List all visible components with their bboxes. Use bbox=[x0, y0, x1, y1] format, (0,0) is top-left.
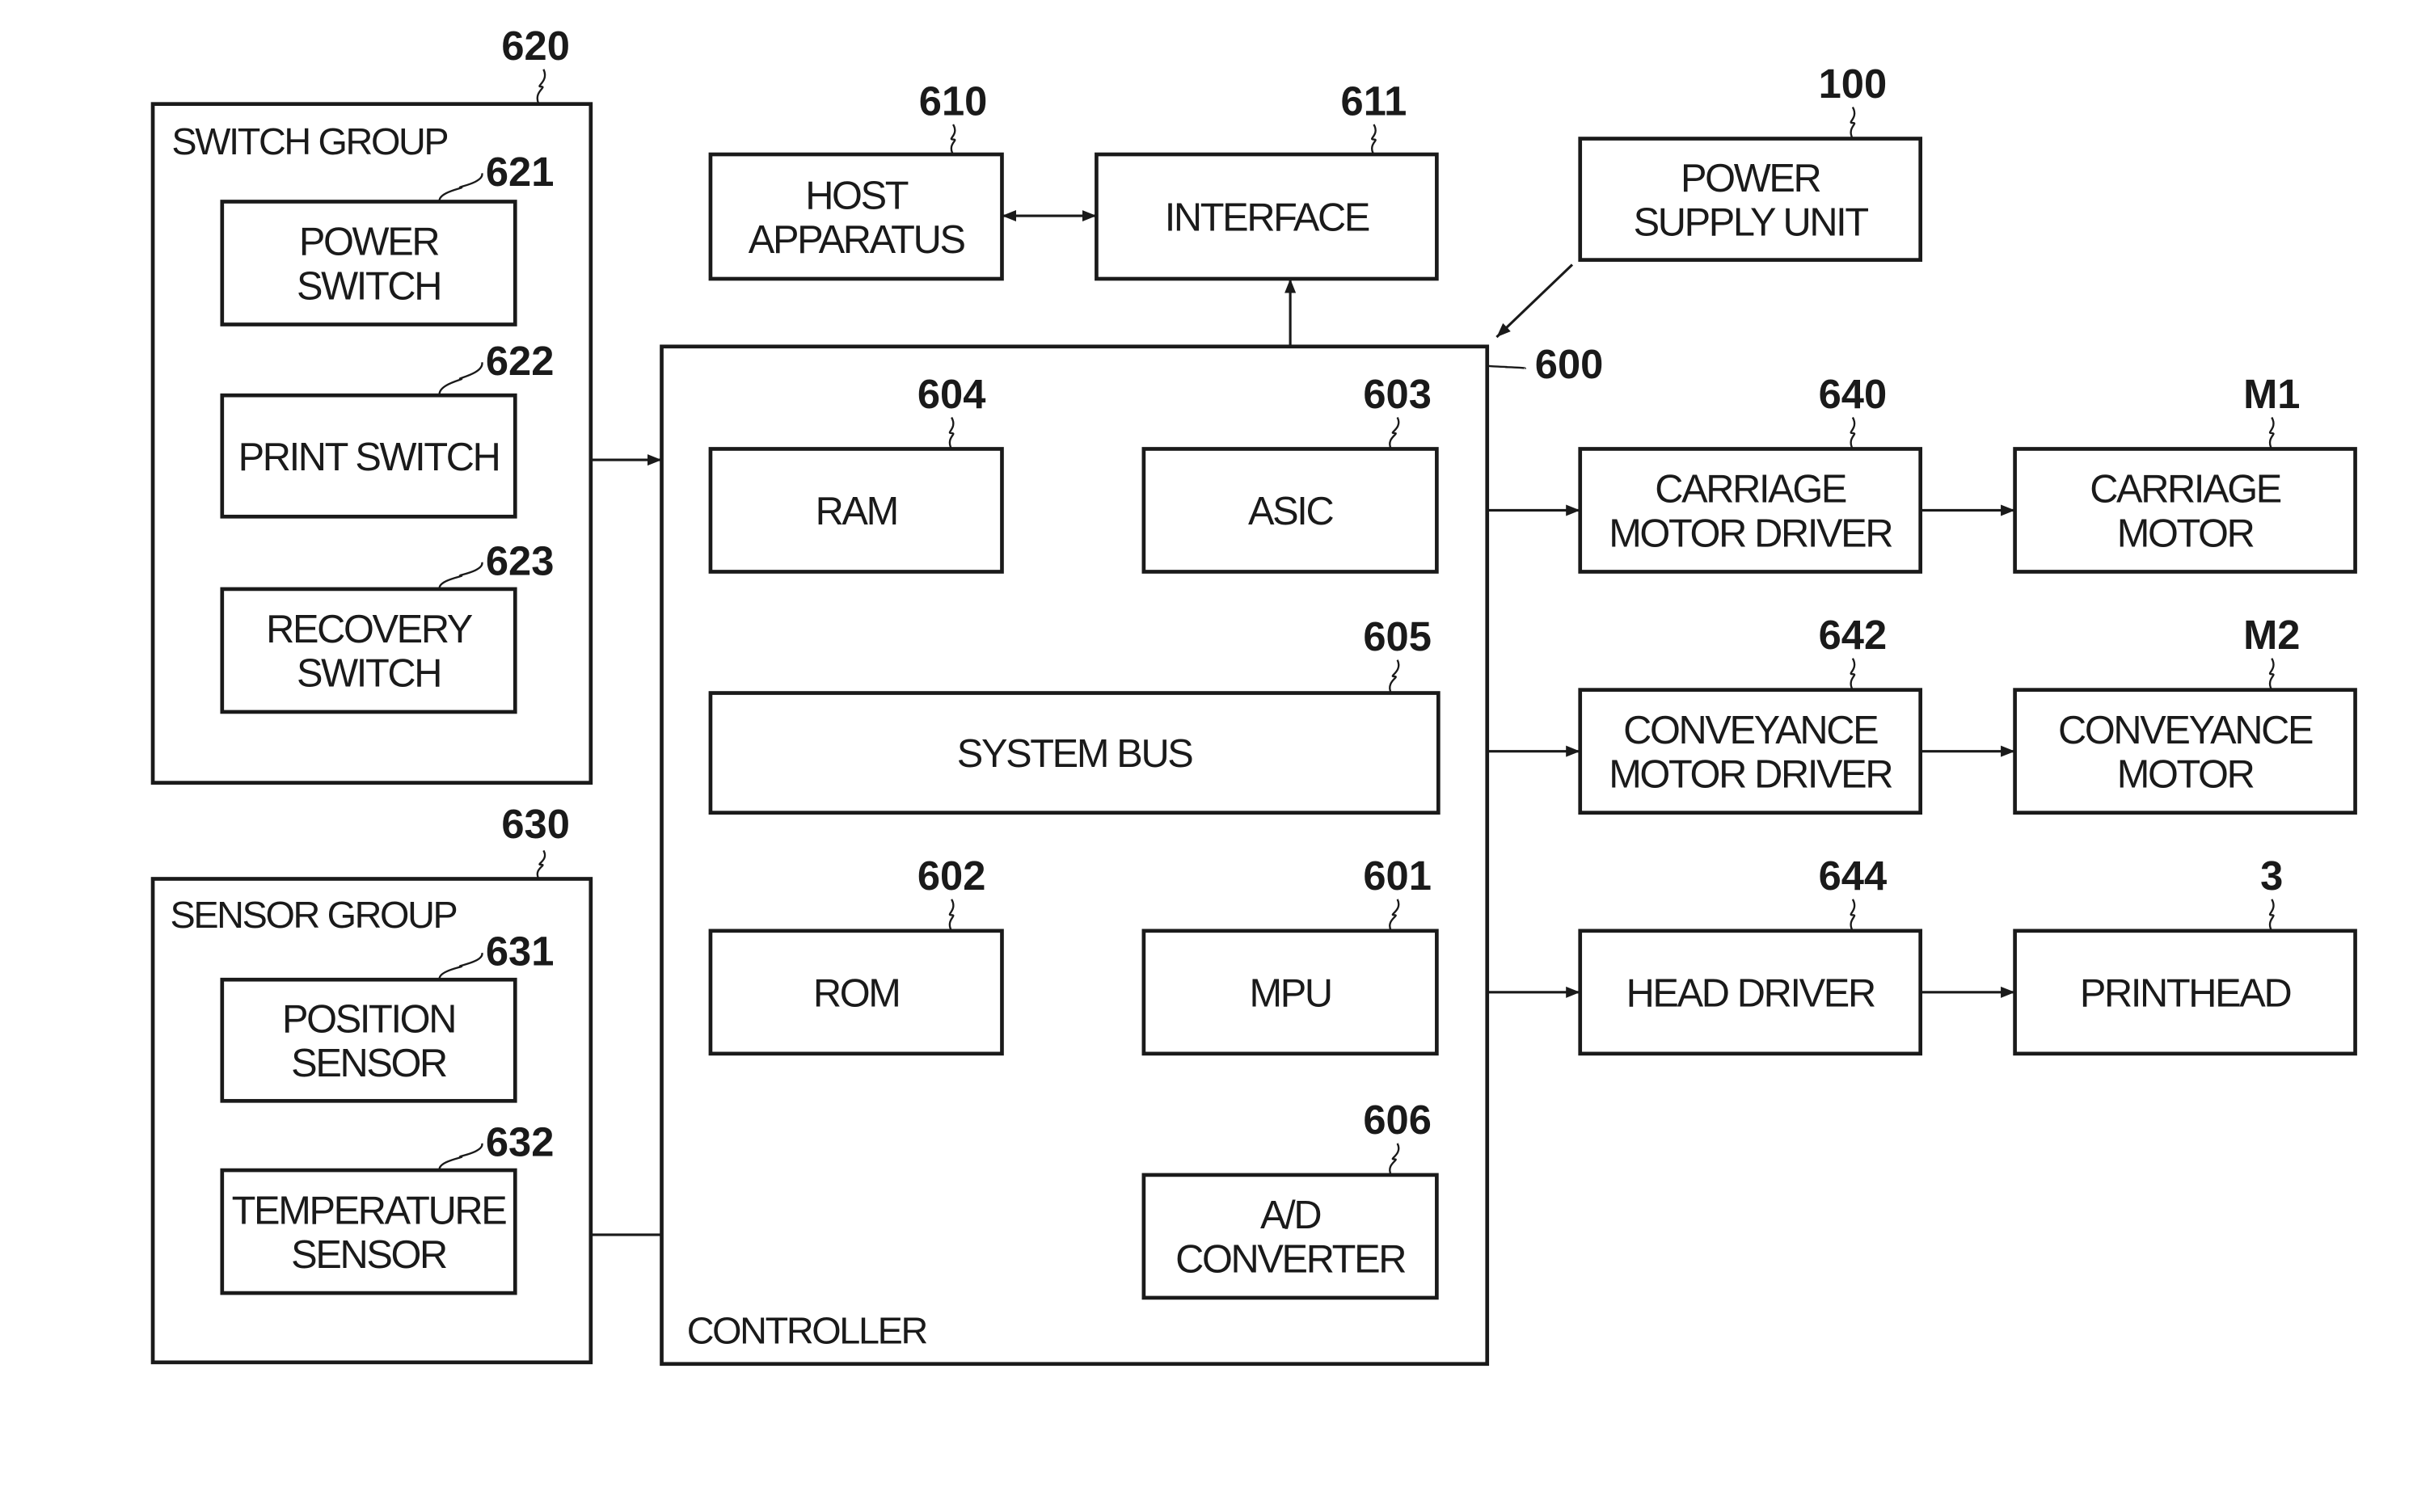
recovery-switch-ref-numeral: 623 bbox=[486, 537, 555, 583]
host-apparatus-ref-numeral: 610 bbox=[919, 78, 988, 124]
ram-label: RAM bbox=[816, 490, 897, 533]
host-apparatus-label: HOST bbox=[805, 174, 909, 217]
recovery-switch-label: SWITCH bbox=[297, 652, 441, 696]
asic-ref-numeral: 603 bbox=[1363, 371, 1432, 417]
host-apparatus-leader-line bbox=[950, 124, 956, 155]
power-supply-unit-label: POWER bbox=[1681, 157, 1820, 200]
conveyance-motor-driver-label: CONVEYANCE bbox=[1623, 709, 1878, 752]
power-supply-unit-label: SUPPLY UNIT bbox=[1634, 200, 1869, 244]
conveyance-motor-ref-numeral: M2 bbox=[2243, 612, 2300, 658]
interface-ref-numeral: 611 bbox=[1341, 78, 1407, 124]
rom-ref-numeral: 602 bbox=[917, 853, 986, 899]
carriage-motor-leader-line bbox=[2268, 416, 2275, 450]
position-sensor-label: SENSOR bbox=[291, 1042, 446, 1085]
conveyance-motor-driver-ref-numeral: 642 bbox=[1819, 612, 1888, 658]
carriage-motor-label: MOTOR bbox=[2117, 512, 2254, 555]
sensor-group-ref-numeral: 630 bbox=[501, 801, 570, 847]
power-supply-unit-ref-numeral: 100 bbox=[1819, 61, 1888, 107]
power-switch-ref-numeral: 621 bbox=[486, 149, 555, 195]
temperature-sensor-label: TEMPERATURE bbox=[232, 1189, 507, 1232]
interface-leader-line bbox=[1371, 124, 1377, 155]
ad-converter-label: A/D bbox=[1260, 1194, 1320, 1237]
power-switch-label: POWER bbox=[299, 221, 439, 264]
carriage-motor-driver-leader-line bbox=[1850, 416, 1856, 450]
conveyance-motor-label: MOTOR bbox=[2117, 752, 2254, 796]
carriage-motor-driver-ref-numeral: 640 bbox=[1819, 371, 1888, 417]
recovery-switch-label: RECOVERY bbox=[266, 608, 473, 651]
block-diagram: SWITCH GROUP 620 SENSOR GROUP 630 CONTROLLER… bbox=[150, 23, 2357, 1367]
carriage-motor-label: CARRIAGE bbox=[2090, 468, 2281, 512]
conveyance-motor-driver-leader-line bbox=[1850, 658, 1856, 691]
switch-group-leader-line bbox=[536, 69, 546, 105]
mpu-label: MPU bbox=[1249, 971, 1331, 1015]
controller-title: CONTROLLER bbox=[687, 1309, 927, 1351]
position-sensor-label: POSITION bbox=[282, 998, 455, 1042]
printhead-label: PRINTHEAD bbox=[2080, 971, 2291, 1015]
conveyance-motor-label: CONVEYANCE bbox=[2058, 709, 2313, 752]
temperature-sensor-label: SENSOR bbox=[291, 1233, 446, 1277]
print-switch-ref-numeral: 622 bbox=[486, 338, 555, 384]
switch-group-title: SWITCH GROUP bbox=[171, 120, 447, 162]
sensor-group-title: SENSOR GROUP bbox=[170, 894, 456, 936]
carriage-motor-ref-numeral: M1 bbox=[2243, 371, 2300, 417]
controller-leader-line bbox=[1486, 364, 1526, 370]
switch-group-ref-numeral: 620 bbox=[501, 23, 570, 69]
ram-ref-numeral: 604 bbox=[917, 371, 986, 417]
printhead-leader-line bbox=[2268, 899, 2275, 932]
conveyance-motor-leader-line bbox=[2268, 658, 2275, 691]
mpu-ref-numeral: 601 bbox=[1363, 853, 1432, 899]
power-supply-unit-leader-line bbox=[1850, 106, 1856, 140]
carriage-motor-driver-label: CARRIAGE bbox=[1655, 468, 1846, 512]
printhead-ref-numeral: 3 bbox=[2260, 853, 2283, 899]
asic-label: ASIC bbox=[1248, 490, 1334, 533]
interface-label: INTERFACE bbox=[1165, 196, 1369, 240]
conveyance-motor-driver-label: MOTOR DRIVER bbox=[1609, 752, 1892, 796]
head-driver-leader-line bbox=[1850, 899, 1856, 932]
host-apparatus-label: APPARATUS bbox=[749, 218, 965, 262]
ad-converter-ref-numeral: 606 bbox=[1363, 1097, 1432, 1143]
power-controller-link-arrow bbox=[1495, 263, 1574, 339]
print-switch-label: PRINT SWITCH bbox=[238, 436, 500, 479]
head-driver-label: HEAD DRIVER bbox=[1626, 971, 1875, 1015]
power-switch-label: SWITCH bbox=[297, 264, 441, 308]
temperature-sensor-ref-numeral: 632 bbox=[486, 1119, 555, 1165]
controller-ref-numeral: 600 bbox=[1535, 341, 1604, 387]
sensor-group-leader-line bbox=[536, 849, 546, 880]
position-sensor-ref-numeral: 631 bbox=[486, 929, 555, 975]
system-bus-label: SYSTEM BUS bbox=[957, 732, 1192, 776]
rom-label: ROM bbox=[813, 971, 900, 1015]
block-layer bbox=[150, 102, 2357, 1367]
ad-converter-label: CONVERTER bbox=[1175, 1238, 1405, 1282]
carriage-motor-driver-label: MOTOR DRIVER bbox=[1609, 512, 1892, 555]
system-bus-ref-numeral: 605 bbox=[1363, 613, 1432, 659]
head-driver-ref-numeral: 644 bbox=[1819, 853, 1888, 899]
